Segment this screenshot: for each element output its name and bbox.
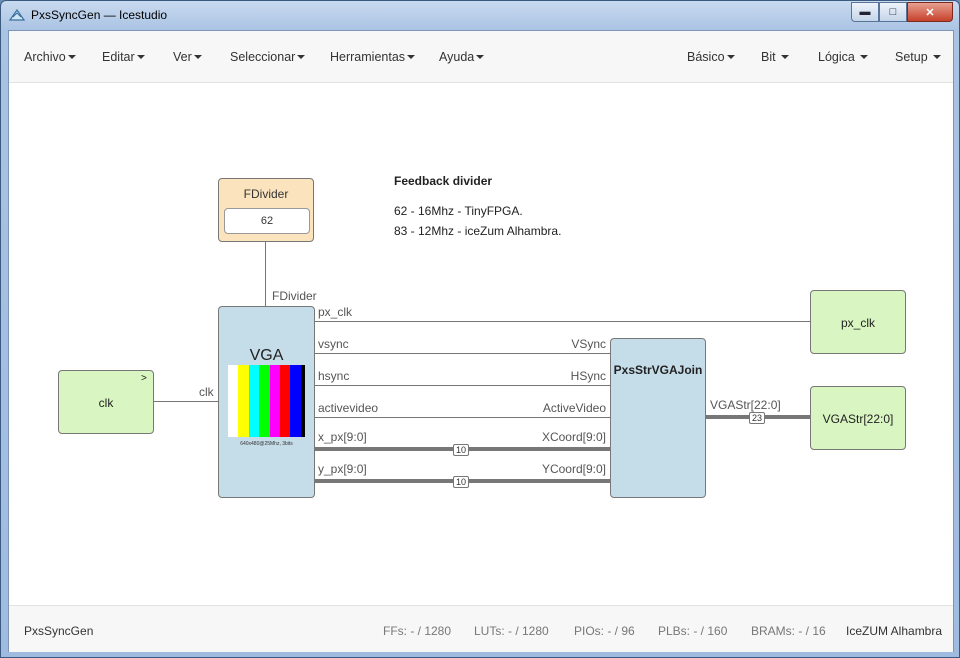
- vga-out-port-y-px: y_px[9:0]: [318, 462, 367, 476]
- wire-px-clk: [314, 321, 811, 322]
- menu-basico-label: Básico: [687, 50, 725, 64]
- menu-seleccionar-label: Seleccionar: [230, 50, 296, 64]
- menu-ver-label: Ver: [173, 50, 192, 64]
- menu-ayuda[interactable]: Ayuda: [439, 50, 485, 64]
- bus-width-x: 10: [453, 444, 470, 456]
- caret-down-icon: [781, 54, 790, 59]
- wire-hsync: [314, 385, 610, 386]
- wire-vsync: [314, 353, 610, 354]
- menu-archivo-label: Archivo: [24, 50, 66, 64]
- vga-bar: [228, 365, 239, 437]
- stat-plbs: PLBs: - / 160: [658, 624, 728, 638]
- fdivider-port-label: FDivider: [272, 289, 317, 303]
- menu-ayuda-label: Ayuda: [439, 50, 475, 64]
- note-line-2: 83 - 12Mhz - iceZum Alhambra.: [394, 224, 562, 238]
- menu-setup-label: Setup: [895, 50, 928, 64]
- stat-brams: BRAMs: - / 16: [751, 624, 826, 638]
- vgastr-output-block[interactable]: VGAStr[22:0]: [810, 386, 906, 450]
- menu-seleccionar[interactable]: Seleccionar: [230, 50, 306, 64]
- bus-width-vgastr: 23: [749, 412, 766, 424]
- fdivider-title: FDivider: [243, 187, 289, 201]
- menu-herramientas-label: Herramientas: [330, 50, 406, 64]
- join-in-port-activevideo: ActiveVideo: [542, 401, 606, 415]
- vga-bar: [269, 365, 281, 437]
- note-line-1: 62 - 16Mhz - TinyFPGA.: [394, 204, 523, 218]
- menu-setup[interactable]: Setup: [895, 50, 942, 64]
- join-out-port-vgastr: VGAStr[22:0]: [710, 398, 781, 412]
- vga-out-port-vsync: vsync: [318, 337, 349, 351]
- maximize-button[interactable]: □: [879, 2, 907, 22]
- caret-down-icon: [476, 54, 485, 59]
- px-clk-output-label: px_clk: [840, 316, 875, 330]
- window-title: PxsSyncGen — Icestudio: [31, 8, 168, 22]
- join-in-port-ycoord: YCoord[9:0]: [541, 462, 606, 476]
- vga-bar: [290, 365, 301, 437]
- menu-herramientas[interactable]: Herramientas: [330, 50, 416, 64]
- app-window: PxsSyncGen — Icestudio ▬ □ ✕ Archivo Edi…: [0, 0, 960, 658]
- caret-down-icon: [407, 54, 416, 59]
- wire-activevideo: [314, 417, 610, 418]
- vga-bar: [259, 365, 270, 437]
- icestudio-logo-icon: [9, 8, 25, 21]
- clk-input-block[interactable]: clk >: [58, 370, 154, 434]
- menu-basico[interactable]: Básico: [687, 50, 735, 64]
- bus-width-y: 10: [453, 476, 470, 488]
- board-name[interactable]: IceZUM Alhambra: [846, 624, 942, 638]
- menu-logica-label: Lógica: [818, 50, 855, 64]
- client-area: Archivo Editar Ver Seleccionar Herramien…: [8, 30, 954, 652]
- caret-down-icon: [726, 54, 735, 59]
- vga-bar: [280, 365, 291, 437]
- stat-luts: LUTs: - / 1280: [474, 624, 549, 638]
- pxsstrvgajoin-block[interactable]: PxsStrVGAJoin: [610, 338, 706, 498]
- menu-logica[interactable]: Lógica: [818, 50, 869, 64]
- vga-out-port-hsync: hsync: [318, 369, 350, 383]
- menu-bit-label: Bit: [761, 50, 776, 64]
- status-bar: PxsSyncGen FFs: - / 1280 LUTs: - / 1280 …: [9, 605, 953, 652]
- menu-ver[interactable]: Ver: [173, 50, 202, 64]
- vga-bar: [238, 365, 249, 437]
- clock-edge-icon: >: [141, 373, 147, 384]
- vga-block[interactable]: VGA 640x480@25Mhz, 3bits: [218, 306, 315, 498]
- note-title: Feedback divider: [394, 174, 493, 188]
- caret-down-icon: [297, 54, 306, 59]
- vga-title: VGA: [249, 347, 284, 364]
- caret-down-icon: [933, 54, 942, 59]
- vga-in-port-clk: clk: [199, 385, 214, 399]
- menu-editar[interactable]: Editar: [102, 50, 145, 64]
- join-in-port-xcoord: XCoord[9:0]: [541, 430, 606, 444]
- join-in-port-vsync: VSync: [571, 337, 606, 351]
- px-clk-output-block[interactable]: px_clk: [810, 290, 906, 354]
- design-canvas[interactable]: 10 10 23 FDivider 62 FDivider Feedback d…: [9, 83, 953, 605]
- wire-fdivider: [265, 239, 266, 306]
- vga-out-port-activevideo: activevideo: [318, 401, 379, 415]
- menu-editar-label: Editar: [102, 50, 135, 64]
- clk-input-label: clk: [98, 396, 114, 410]
- caret-down-icon: [193, 54, 202, 59]
- caret-down-icon: [136, 54, 145, 59]
- vga-subtitle: 640x480@25Mhz, 3bits: [240, 441, 293, 447]
- menu-archivo[interactable]: Archivo: [24, 50, 76, 64]
- close-button[interactable]: ✕: [907, 2, 953, 22]
- vga-out-port-px-clk: px_clk: [318, 305, 353, 319]
- menu-bar: Archivo Editar Ver Seleccionar Herramien…: [9, 31, 953, 83]
- stat-ffs: FFs: - / 1280: [383, 624, 452, 638]
- vga-out-port-x-px: x_px[9:0]: [318, 430, 367, 444]
- project-name: PxsSyncGen: [24, 624, 94, 638]
- caret-down-icon: [67, 54, 76, 59]
- vga-bar: [300, 365, 305, 437]
- wire-clk: [153, 401, 219, 402]
- vgastr-output-label: VGAStr[22:0]: [822, 412, 894, 426]
- menu-bit[interactable]: Bit: [761, 50, 790, 64]
- caret-down-icon: [860, 54, 869, 59]
- fdivider-value-field[interactable]: 62: [224, 208, 310, 234]
- vga-color-bars: [228, 365, 305, 437]
- join-in-port-hsync: HSync: [570, 369, 606, 383]
- stat-pios: PIOs: - / 96: [574, 624, 635, 638]
- pxsstrvgajoin-title: PxsStrVGAJoin: [613, 363, 703, 377]
- vga-bar: [248, 365, 260, 437]
- minimize-button[interactable]: ▬: [851, 2, 879, 22]
- fdivider-block[interactable]: FDivider 62: [218, 178, 314, 242]
- title-bar[interactable]: PxsSyncGen — Icestudio ▬ □ ✕: [1, 1, 959, 29]
